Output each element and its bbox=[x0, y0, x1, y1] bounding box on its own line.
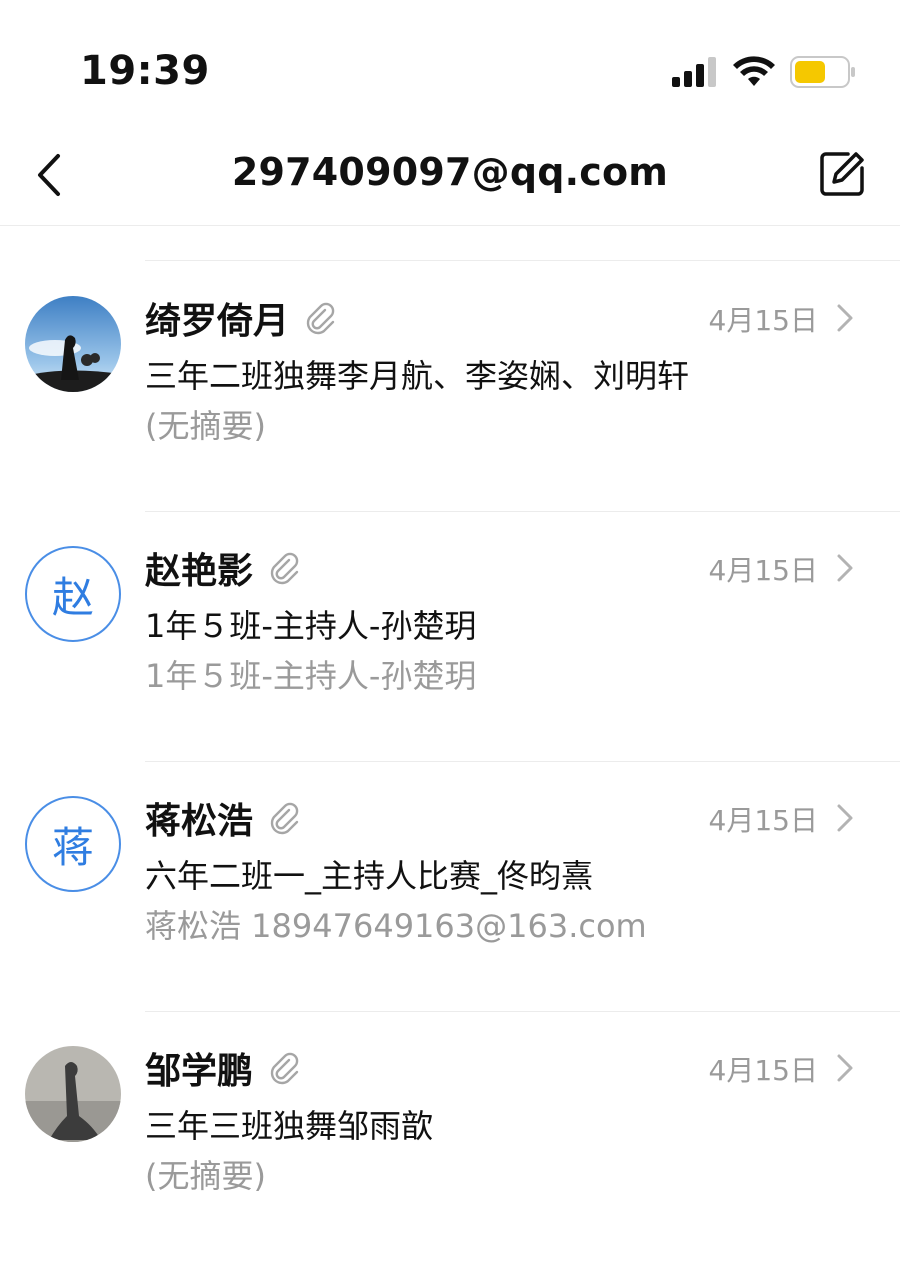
chevron-right-icon bbox=[837, 304, 853, 332]
sender-name: 邹学鹏 bbox=[145, 1051, 254, 1092]
sender-row: 蒋松浩 4月15日 bbox=[145, 793, 876, 843]
avatar: 蒋 bbox=[25, 796, 121, 892]
mail-subject: 六年二班一_主持人比赛_佟昀熹 bbox=[145, 857, 594, 895]
sender-row: 赵艳影 4月15日 bbox=[145, 543, 876, 593]
avatar bbox=[25, 296, 121, 392]
chevron-right-icon bbox=[837, 1054, 853, 1082]
status-bar: 19:39 bbox=[0, 0, 900, 120]
nav-bar: 297409097@qq.com bbox=[0, 124, 900, 226]
mail-subject: 1年５班-主持人-孙楚玥 bbox=[145, 607, 477, 645]
mail-list-item[interactable]: 邹学鹏 4月15日三年三班独舞邹雨歆 (无摘要) bbox=[0, 1011, 900, 1261]
attachment-icon bbox=[270, 802, 299, 835]
signal-icon bbox=[672, 57, 716, 87]
mail-date: 4月15日 bbox=[708, 554, 818, 587]
page-title: 297409097@qq.com bbox=[231, 150, 669, 194]
status-time: 19:39 bbox=[80, 48, 210, 94]
sender-name: 赵艳影 bbox=[145, 551, 254, 592]
status-icons bbox=[672, 52, 856, 92]
avatar: 赵 bbox=[25, 546, 121, 642]
mail-subject: 三年三班独舞邹雨歆 bbox=[145, 1107, 434, 1145]
mail-date: 4月15日 bbox=[708, 304, 818, 337]
mail-summary: (无摘要) bbox=[145, 407, 266, 445]
battery-icon bbox=[790, 56, 855, 88]
sender-name: 绮罗倚月 bbox=[145, 301, 290, 342]
mail-date: 4月15日 bbox=[708, 804, 818, 837]
sender-name: 蒋松浩 bbox=[145, 801, 254, 842]
sender-row: 绮罗倚月 4月15日 bbox=[145, 293, 876, 343]
attachment-icon bbox=[270, 1052, 299, 1085]
mail-list-item[interactable]: 蒋蒋松浩 4月15日六年二班一_主持人比赛_佟昀熹蒋松浩 18947649163@… bbox=[0, 761, 900, 1012]
wifi-icon bbox=[733, 56, 775, 86]
chevron-right-icon bbox=[837, 804, 853, 832]
mail-list: 绮罗倚月 4月15日 三年二班独舞李月航、李姿娴、刘明轩 (无摘要) 赵赵艳影 4月15日… bbox=[0, 261, 900, 1261]
mail-list-item[interactable]: 绮罗倚月 4月15日 三年二班独舞李月航、李姿娴、刘明轩 (无摘要) bbox=[0, 261, 900, 512]
attachment-icon bbox=[306, 302, 335, 335]
chevron-right-icon bbox=[837, 554, 853, 582]
mail-subject: 三年二班独舞李月航、李姿娴、刘明轩 bbox=[145, 357, 690, 395]
avatar bbox=[25, 1046, 121, 1142]
mail-date: 4月15日 bbox=[708, 1054, 818, 1087]
mail-list-item[interactable]: 赵赵艳影 4月15日 1年５班-主持人-孙楚玥 1年５班-主持人-孙楚玥 bbox=[0, 511, 900, 762]
mail-summary: 蒋松浩 18947649163@163.com bbox=[145, 907, 647, 945]
compose-icon[interactable] bbox=[818, 150, 866, 198]
sender-row: 邹学鹏 4月15日 bbox=[145, 1043, 876, 1093]
attachment-icon bbox=[270, 552, 299, 585]
mail-summary: (无摘要) bbox=[145, 1157, 266, 1195]
mail-summary: 1年５班-主持人-孙楚玥 bbox=[145, 657, 477, 695]
